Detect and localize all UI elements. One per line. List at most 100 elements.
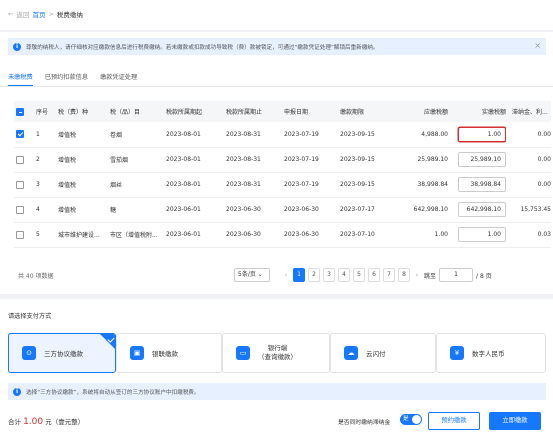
cell-tax: 增值税 <box>58 172 110 198</box>
cell-declare: 2023-07-19 <box>284 172 340 198</box>
jump-page-input[interactable]: 1 <box>439 268 474 282</box>
page-7[interactable]: 7 <box>383 268 395 282</box>
row-checkbox[interactable] <box>16 155 24 164</box>
page-1[interactable]: 1 <box>293 268 305 282</box>
breadcrumb-home[interactable]: 首页 <box>32 9 45 19</box>
cell-deadline: 2023-09-15 <box>340 147 400 173</box>
cell-item: 雪茄烟 <box>110 147 166 173</box>
jump-label: 跳至 <box>424 272 437 280</box>
table-row: 3 增值税 烟丝 2023-08-01 2023-08-31 2023-07-1… <box>14 172 551 198</box>
payment-note-text: 选择“三方协议缴款”，系统将自动从签订的三方协议账户中扣缴税费。 <box>26 389 200 396</box>
tab-unpaid[interactable]: 未缴税费 <box>8 72 33 86</box>
payment-option-label: 银联缴款 <box>152 350 178 358</box>
cell-item: 糖 <box>110 197 166 223</box>
payment-note: i 选择“三方协议缴款”，系统将自动从签订的三方协议账户中扣缴税费。 <box>8 383 546 400</box>
payment-option-label: 云闪付 <box>366 350 386 358</box>
back-icon[interactable]: ← <box>8 10 13 18</box>
payment-option-tripartite[interactable]: ⊙ 三方协议缴款 <box>8 333 116 373</box>
page-2[interactable]: 2 <box>308 268 320 282</box>
cell-deadline: 2023-09-15 <box>340 122 400 148</box>
payment-option-unionpay[interactable]: ▣ 银联缴款 <box>116 333 222 373</box>
cell-due: 25,989.10 <box>400 147 448 173</box>
total-label: 合计 <box>8 418 21 426</box>
notice-banner: i 尊敬的纳税人，请仔细核对应缴款信息后进行税费缴纳。若未缴款或扣款成功导致税（… <box>8 38 546 55</box>
digital-rmb-icon: ¥ <box>450 346 464 360</box>
cell-no: 4 <box>36 197 58 223</box>
cell-start: 2023-08-01 <box>166 122 226 148</box>
cell-item: 市区（增值税附... <box>110 222 166 248</box>
late-fee-toggle[interactable]: 是 <box>400 414 422 425</box>
col-due: 应缴税额 <box>400 101 448 122</box>
payment-option-digital-rmb[interactable]: ¥ 数字人民币 <box>436 333 546 373</box>
total-count: 共 40 项数据 <box>18 273 54 280</box>
payment-option-label-line1: 银行端 <box>267 344 288 353</box>
cell-due: 38,998.84 <box>400 172 448 198</box>
toggle-label: 是 <box>403 416 409 422</box>
breadcrumb: ← 返回 首页 > 税费缴纳 <box>8 9 83 19</box>
table-header-row: 序号 税（费）种 税（品）目 税款所属期起 税款所属期止 申报日期 缴款期限 应… <box>14 101 551 122</box>
cell-no: 1 <box>36 122 58 148</box>
page-8[interactable]: 8 <box>398 268 410 282</box>
late-fee-label: 是否同时缴纳滞纳金 <box>338 420 391 426</box>
col-no: 序号 <box>36 101 58 122</box>
row-checkbox[interactable] <box>16 205 24 214</box>
paid-amount-input[interactable]: 1.00 <box>458 126 506 142</box>
pagination: 5条/页 ⌄ ‹ 1 2 3 4 5 6 7 8 › 跳至 1 / 8 页 <box>234 268 492 282</box>
table-row: 5 城市维护建设... 市区（增值税附... 2023-06-01 2023-0… <box>14 222 551 248</box>
cell-deadline: 2023-07-17 <box>340 197 400 223</box>
col-tax: 税（费）种 <box>58 101 110 122</box>
close-icon[interactable]: × <box>534 41 541 50</box>
col-paid: 实缴税额 <box>448 101 506 122</box>
cell-late: 0.00 <box>506 147 551 173</box>
back-link[interactable]: 返回 <box>16 9 29 19</box>
paid-amount-input[interactable]: 25,989.10 <box>458 152 506 167</box>
cell-tax: 增值税 <box>58 122 110 148</box>
pay-now-button[interactable]: 立即缴款 <box>489 412 541 430</box>
payment-option-bank[interactable]: ▭ 银行端 （查询缴款） <box>222 333 330 373</box>
cell-item: 烟丝 <box>110 172 166 198</box>
breadcrumb-current: 税费缴纳 <box>56 11 83 19</box>
cell-late: 0.03 <box>506 222 551 248</box>
cell-no: 2 <box>36 147 58 173</box>
paid-amount-input[interactable]: 1.00 <box>458 227 506 242</box>
col-declare: 申报日期 <box>284 101 340 122</box>
bank-card-icon: ▭ <box>236 346 250 360</box>
col-end: 税款所属期止 <box>226 101 284 122</box>
cell-declare: 2023-07-19 <box>284 147 340 173</box>
cell-start: 2023-08-01 <box>166 147 226 173</box>
col-start: 税款所属期起 <box>166 101 226 122</box>
cell-end: 2023-08-31 <box>226 147 284 173</box>
reserve-payment-button[interactable]: 预约缴款 <box>428 412 480 430</box>
tab-voucher[interactable]: 缴款凭证处理 <box>100 72 137 86</box>
paid-amount-input[interactable]: 642,998.10 <box>458 202 506 217</box>
payment-title: 请选择支付方式 <box>8 313 52 320</box>
page-4[interactable]: 4 <box>338 268 350 282</box>
row-checkbox[interactable] <box>16 130 24 139</box>
payment-option-cloudpay[interactable]: ☁ 云闪付 <box>330 333 436 373</box>
tab-reserved[interactable]: 已预约扣款信息 <box>45 72 88 86</box>
info-icon: i <box>13 387 21 396</box>
total-amount-value: 1.00 <box>23 417 44 427</box>
next-page-icon[interactable]: › <box>413 272 421 279</box>
page-5[interactable]: 5 <box>353 268 365 282</box>
tab-divider <box>0 86 553 87</box>
cell-late: 0.00 <box>506 172 551 198</box>
page-3[interactable]: 3 <box>323 268 335 282</box>
total-amount: 合计 1.00 元（壹元整） <box>8 416 84 427</box>
paid-amount-input[interactable]: 38,998.84 <box>458 177 506 192</box>
select-all-cell <box>14 101 36 122</box>
cell-item: 卷烟 <box>110 122 166 148</box>
page-6[interactable]: 6 <box>368 268 380 282</box>
cell-start: 2023-06-01 <box>166 222 226 248</box>
cell-due: 1.00 <box>400 222 448 248</box>
row-checkbox[interactable] <box>16 230 24 239</box>
tab-bar: 未缴税费 已预约扣款信息 缴款凭证处理 <box>8 72 137 86</box>
col-deadline: 缴款期限 <box>340 101 400 122</box>
prev-page-icon[interactable]: ‹ <box>282 272 290 279</box>
cell-declare: 2023-06-30 <box>284 222 340 248</box>
cell-end: 2023-06-30 <box>226 222 284 248</box>
row-checkbox[interactable] <box>16 180 24 189</box>
page-size-select[interactable]: 5条/页 ⌄ <box>234 268 270 282</box>
select-all-checkbox[interactable] <box>16 107 24 116</box>
info-icon: i <box>13 42 21 51</box>
